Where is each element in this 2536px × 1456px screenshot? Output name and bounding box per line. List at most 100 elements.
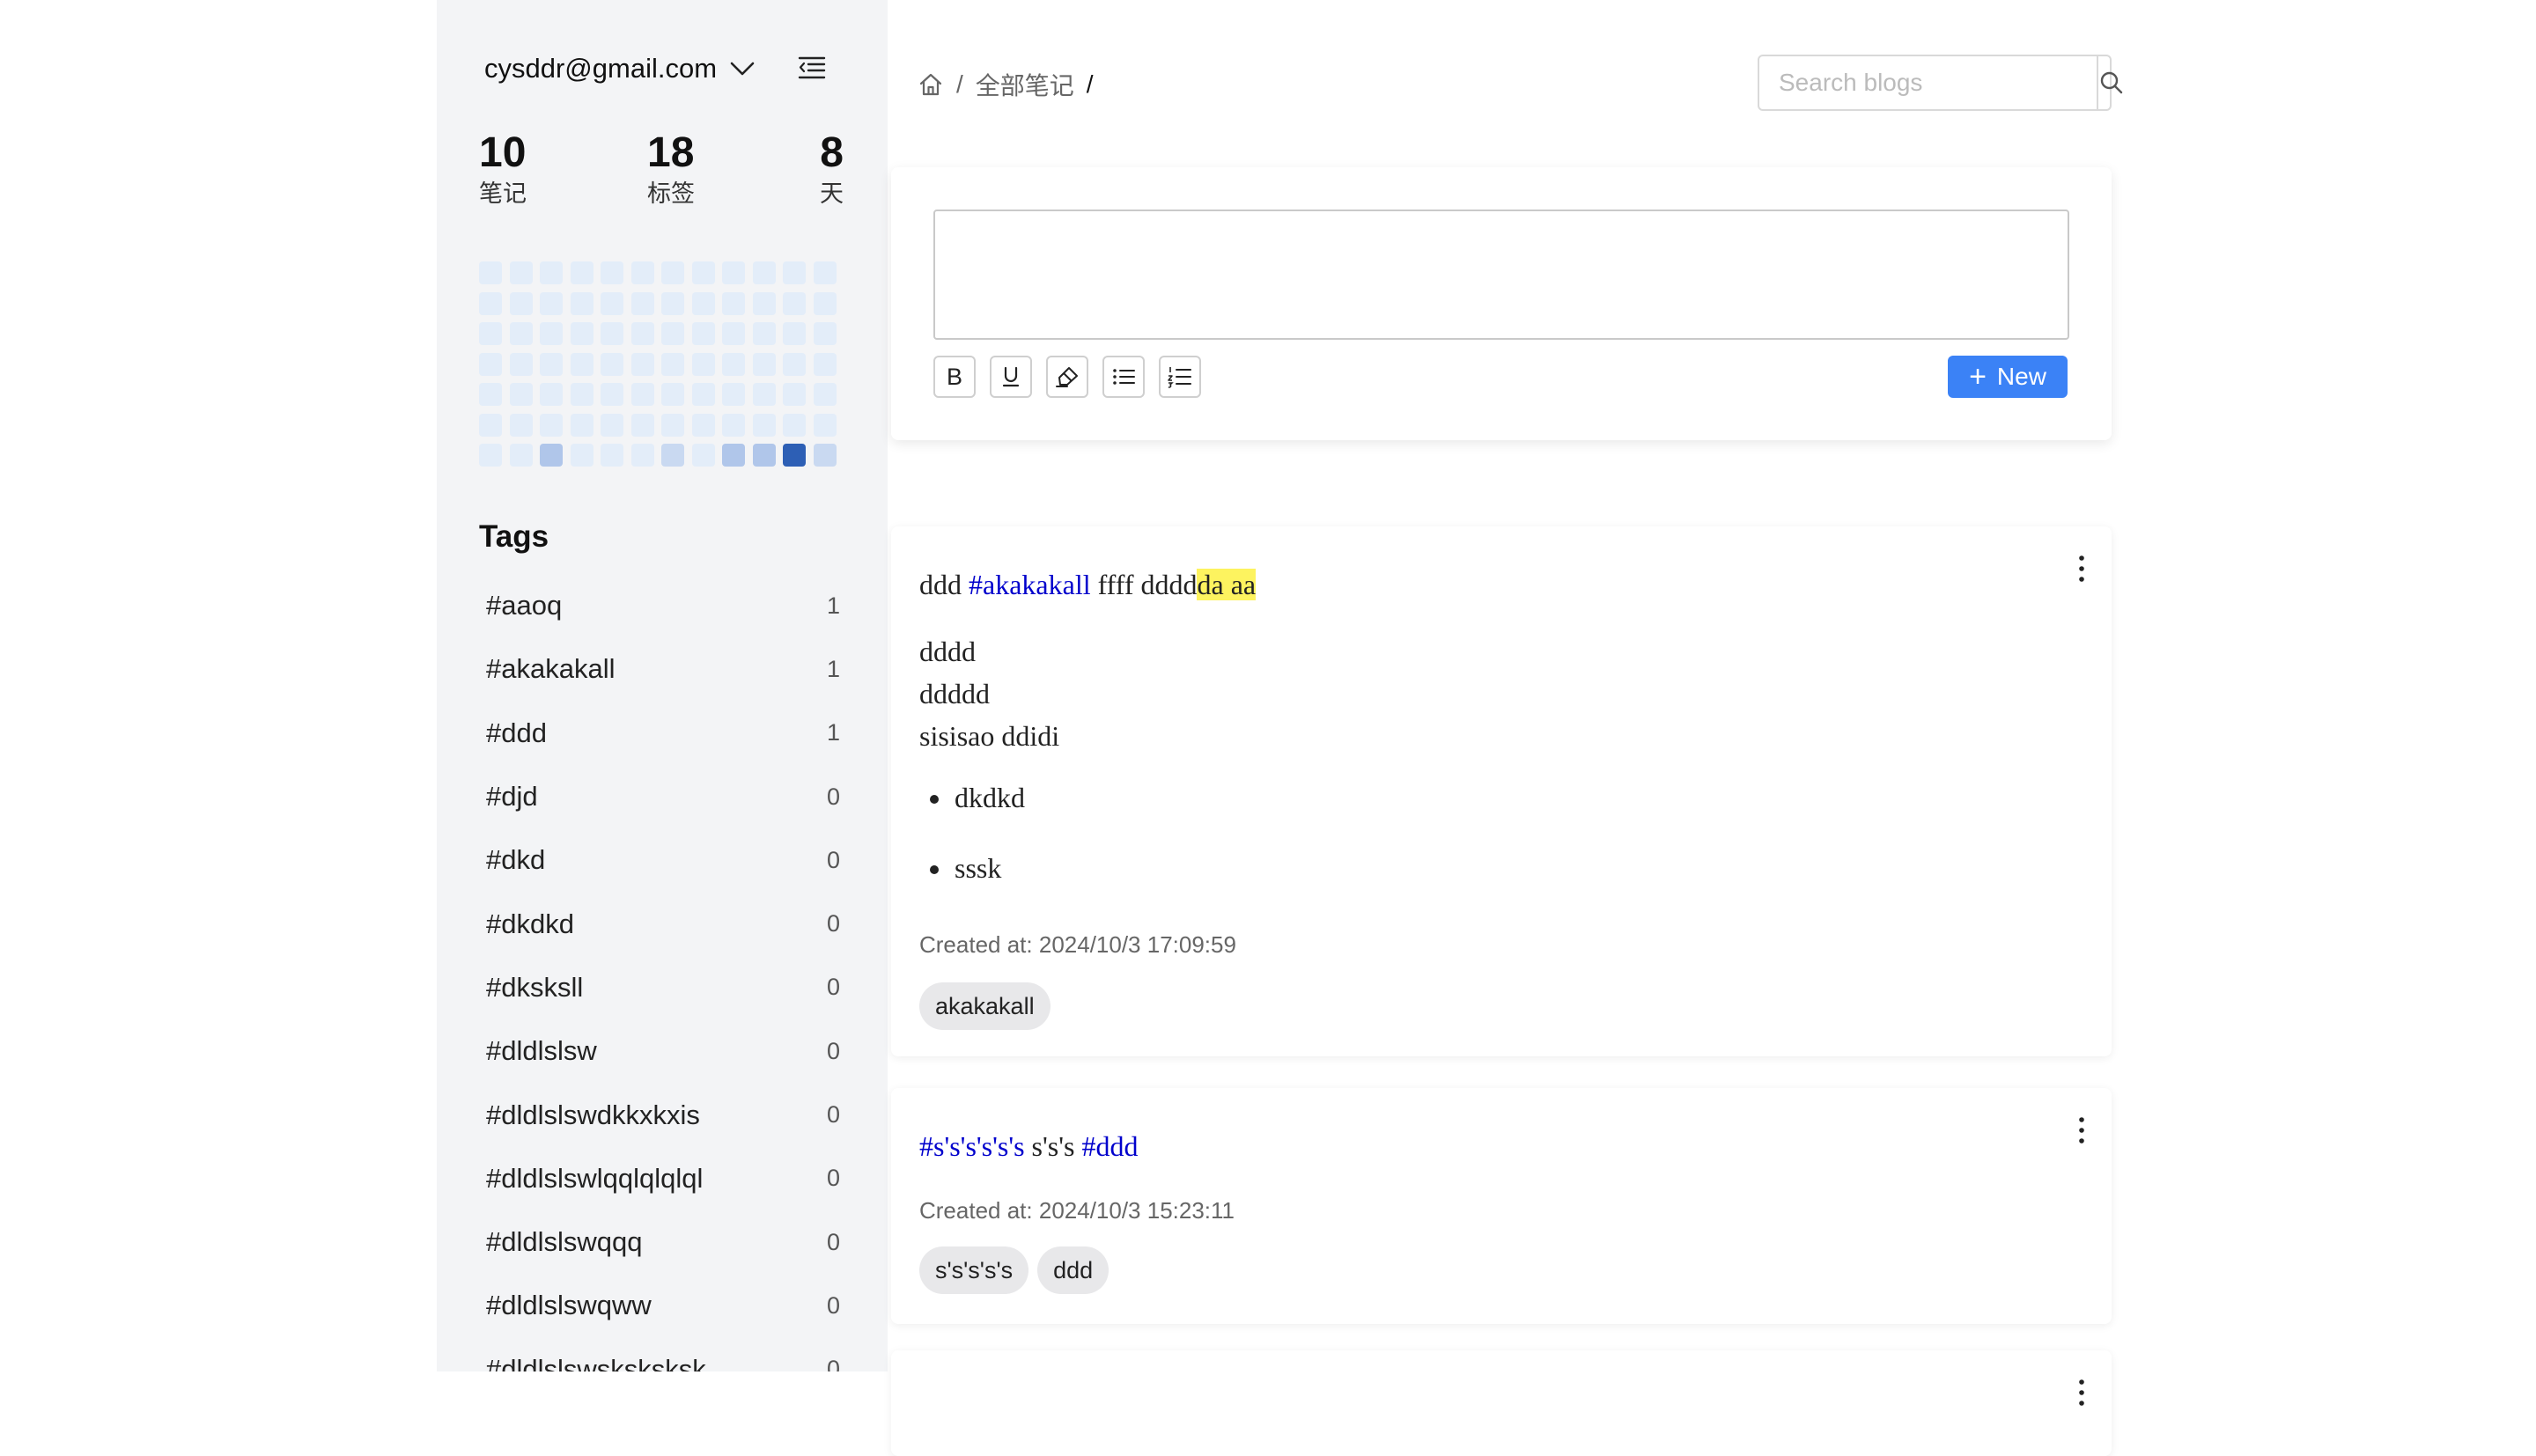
heatmap-cell[interactable] xyxy=(783,322,806,345)
heatmap-cell[interactable] xyxy=(601,261,623,284)
heatmap-cell[interactable] xyxy=(601,322,623,345)
heatmap-cell[interactable] xyxy=(570,291,593,315)
heatmap-cell[interactable] xyxy=(509,291,533,315)
heatmap-cell[interactable] xyxy=(540,322,563,345)
heatmap-cell[interactable] xyxy=(813,413,837,437)
heatmap-cell[interactable] xyxy=(509,413,533,437)
heatmap-cell[interactable] xyxy=(540,444,563,467)
heatmap-cell[interactable] xyxy=(630,413,654,437)
heatmap-cell[interactable] xyxy=(601,291,623,315)
heatmap-cell[interactable] xyxy=(661,413,684,437)
heatmap-cell[interactable] xyxy=(570,383,593,406)
heatmap-cell[interactable] xyxy=(479,352,502,376)
more-vertical-icon[interactable] xyxy=(2073,551,2090,586)
heatmap-cell[interactable] xyxy=(479,383,502,406)
heatmap-cell[interactable] xyxy=(783,383,806,406)
heatmap-cell[interactable] xyxy=(479,322,502,345)
heatmap-cell[interactable] xyxy=(570,352,593,376)
note-tag-chip[interactable]: ddd xyxy=(1037,1246,1110,1294)
heatmap-cell[interactable] xyxy=(570,444,593,467)
heatmap-cell[interactable] xyxy=(691,261,715,284)
heatmap-cell[interactable] xyxy=(540,413,563,437)
heatmap-cell[interactable] xyxy=(813,322,837,345)
heatmap-cell[interactable] xyxy=(509,352,533,376)
heatmap-cell[interactable] xyxy=(752,322,776,345)
tag-list-item[interactable]: #dkd 0 xyxy=(479,828,844,892)
heatmap-cell[interactable] xyxy=(509,261,533,284)
tag-list-item[interactable]: #dldlslswsksksksk 0 xyxy=(479,1338,844,1371)
heatmap-cell[interactable] xyxy=(813,352,837,376)
heatmap-cell[interactable] xyxy=(752,444,776,467)
heatmap-cell[interactable] xyxy=(630,291,654,315)
heatmap-cell[interactable] xyxy=(479,413,502,437)
ordered-list-button[interactable] xyxy=(1159,356,1201,398)
note-hashtag[interactable]: #s's's's's's xyxy=(919,1130,1025,1162)
heatmap-cell[interactable] xyxy=(752,291,776,315)
heatmap-cell[interactable] xyxy=(661,322,684,345)
highlight-button[interactable] xyxy=(1046,356,1088,398)
heatmap-cell[interactable] xyxy=(691,291,715,315)
heatmap-cell[interactable] xyxy=(570,413,593,437)
heatmap-cell[interactable] xyxy=(661,444,684,467)
tag-list-item[interactable]: #ddd 1 xyxy=(479,702,844,765)
heatmap-cell[interactable] xyxy=(540,352,563,376)
underline-button[interactable] xyxy=(990,356,1032,398)
heatmap-cell[interactable] xyxy=(691,444,715,467)
heatmap-cell[interactable] xyxy=(540,291,563,315)
heatmap-cell[interactable] xyxy=(783,444,806,467)
heatmap-cell[interactable] xyxy=(722,413,745,437)
heatmap-cell[interactable] xyxy=(630,444,654,467)
tag-list-item[interactable]: #akakakall 1 xyxy=(479,637,844,701)
heatmap-cell[interactable] xyxy=(691,352,715,376)
tag-list-item[interactable]: #dksksll 0 xyxy=(479,956,844,1019)
heatmap-cell[interactable] xyxy=(691,383,715,406)
heatmap-cell[interactable] xyxy=(752,383,776,406)
note-editor-input[interactable] xyxy=(933,210,2069,340)
note-hashtag[interactable]: #akakakall xyxy=(969,569,1091,600)
note-hashtag[interactable]: #ddd xyxy=(1081,1130,1138,1162)
heatmap-cell[interactable] xyxy=(661,261,684,284)
heatmap-cell[interactable] xyxy=(722,291,745,315)
breadcrumb-all-notes[interactable]: 全部笔记 xyxy=(976,67,1074,102)
tag-list-item[interactable]: #dkdkd 0 xyxy=(479,892,844,955)
heatmap-cell[interactable] xyxy=(661,291,684,315)
tag-list-item[interactable]: #dldlslswqqq 0 xyxy=(479,1210,844,1274)
more-vertical-icon[interactable] xyxy=(2073,1375,2090,1410)
heatmap-cell[interactable] xyxy=(479,291,502,315)
heatmap-cell[interactable] xyxy=(630,383,654,406)
tag-list-item[interactable]: #dldlslswqww 0 xyxy=(479,1274,844,1337)
heatmap-cell[interactable] xyxy=(813,261,837,284)
heatmap-cell[interactable] xyxy=(813,383,837,406)
heatmap-cell[interactable] xyxy=(661,352,684,376)
heatmap-cell[interactable] xyxy=(479,444,502,467)
new-note-button[interactable]: + New xyxy=(1948,356,2068,398)
tag-list-item[interactable]: #dldlslswlqqlqlqlql 0 xyxy=(479,1147,844,1210)
bold-button[interactable]: B xyxy=(933,356,976,398)
heatmap-cell[interactable] xyxy=(752,413,776,437)
heatmap-cell[interactable] xyxy=(722,444,745,467)
heatmap-cell[interactable] xyxy=(722,261,745,284)
heatmap-cell[interactable] xyxy=(630,352,654,376)
heatmap-cell[interactable] xyxy=(752,261,776,284)
heatmap-cell[interactable] xyxy=(570,261,593,284)
tag-list-item[interactable]: #dldlslswdkkxkxis 0 xyxy=(479,1083,844,1146)
heatmap-cell[interactable] xyxy=(509,444,533,467)
bullet-list-button[interactable] xyxy=(1102,356,1145,398)
heatmap-cell[interactable] xyxy=(601,352,623,376)
heatmap-cell[interactable] xyxy=(722,383,745,406)
heatmap-cell[interactable] xyxy=(722,352,745,376)
search-button[interactable] xyxy=(2097,56,2125,109)
heatmap-cell[interactable] xyxy=(813,444,837,467)
heatmap-cell[interactable] xyxy=(783,413,806,437)
heatmap-cell[interactable] xyxy=(752,352,776,376)
account-switcher[interactable]: cysddr@gmail.com xyxy=(484,49,756,88)
heatmap-cell[interactable] xyxy=(783,352,806,376)
heatmap-cell[interactable] xyxy=(509,383,533,406)
heatmap-cell[interactable] xyxy=(783,291,806,315)
heatmap-cell[interactable] xyxy=(601,444,623,467)
heatmap-cell[interactable] xyxy=(661,383,684,406)
tag-list-item[interactable]: #dldlslsw 0 xyxy=(479,1019,844,1083)
heatmap-cell[interactable] xyxy=(722,322,745,345)
heatmap-cell[interactable] xyxy=(783,261,806,284)
search-input[interactable] xyxy=(1759,56,2097,109)
